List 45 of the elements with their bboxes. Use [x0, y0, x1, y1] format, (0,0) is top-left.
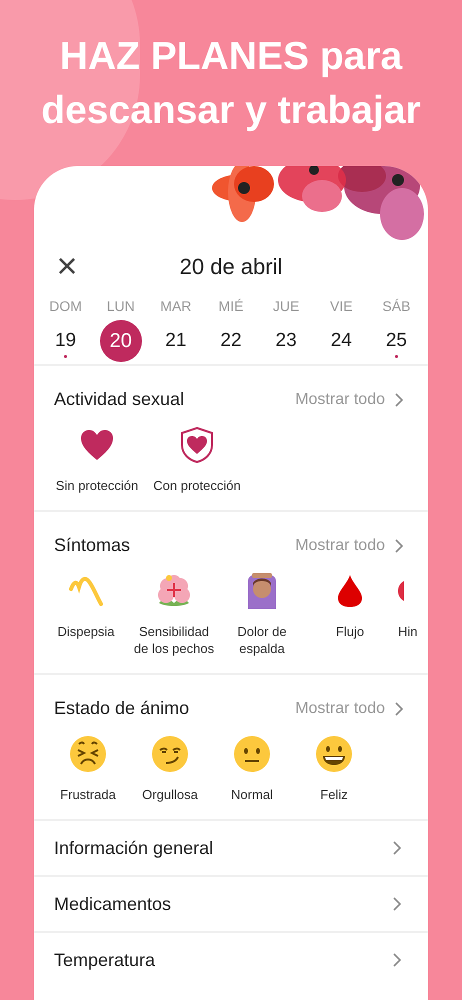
- close-button[interactable]: ×: [54, 248, 80, 284]
- section-row[interactable]: Información general: [34, 821, 428, 875]
- section-title: Estado de ánimo: [54, 697, 190, 720]
- neutral-face-icon: [234, 734, 270, 774]
- chevron-icon: [393, 841, 402, 855]
- section-row[interactable]: Temperatura: [34, 933, 428, 987]
- headline: HAZ PLANES para descansar y trabajar: [40, 34, 422, 134]
- option-item[interactable]: Sensibilidad de los pechos: [130, 571, 218, 657]
- date-title: 20 de abril: [180, 252, 282, 280]
- day-button[interactable]: 21: [154, 320, 197, 362]
- option-item[interactable]: Feliz: [293, 734, 375, 803]
- chevron-icon: [395, 392, 404, 406]
- chevron-icon: [395, 702, 404, 716]
- shield-heart-icon: [180, 425, 214, 465]
- option-item[interactable]: Sin protección: [47, 425, 147, 494]
- option-item[interactable]: Flujo: [306, 571, 394, 657]
- day-button[interactable]: 20: [100, 320, 142, 362]
- option-item[interactable]: Frustrada: [47, 734, 129, 803]
- weekday-label: LUN: [106, 297, 135, 316]
- chevron-icon: [393, 897, 402, 911]
- section-row[interactable]: Medicamentos: [34, 877, 428, 931]
- weekday-label: SÁB: [382, 297, 410, 316]
- option-item[interactable]: Con protección: [147, 425, 247, 494]
- option-item[interactable]: Dispepsia: [42, 571, 130, 657]
- section-title: Síntomas: [54, 534, 130, 557]
- option-item[interactable]: Normal: [211, 734, 293, 803]
- day-button[interactable]: 23: [265, 320, 308, 362]
- smirking-face-icon: [152, 734, 188, 774]
- chevron-icon: [393, 953, 402, 967]
- section-title: Actividad sexual: [54, 388, 184, 411]
- chevron-icon: [395, 538, 404, 552]
- option-item[interactable]: Orgullosa: [129, 734, 211, 803]
- weekday-label: DOM: [49, 297, 82, 316]
- day-button[interactable]: 19: [44, 320, 87, 362]
- weekday-label: MIÉ: [218, 297, 244, 316]
- day-button[interactable]: 25: [375, 320, 418, 362]
- day-button[interactable]: 24: [320, 320, 362, 362]
- weekday-label: MAR: [160, 297, 192, 316]
- weekday-label: JUE: [272, 297, 300, 316]
- option-item[interactable]: Hin: [394, 571, 418, 657]
- day-button[interactable]: 22: [210, 320, 252, 362]
- option-item[interactable]: Dolor de espalda: [218, 571, 306, 657]
- grinning-face-icon: [316, 734, 352, 774]
- persevering-face-icon: [70, 734, 106, 774]
- weekday-label: VIE: [330, 297, 353, 316]
